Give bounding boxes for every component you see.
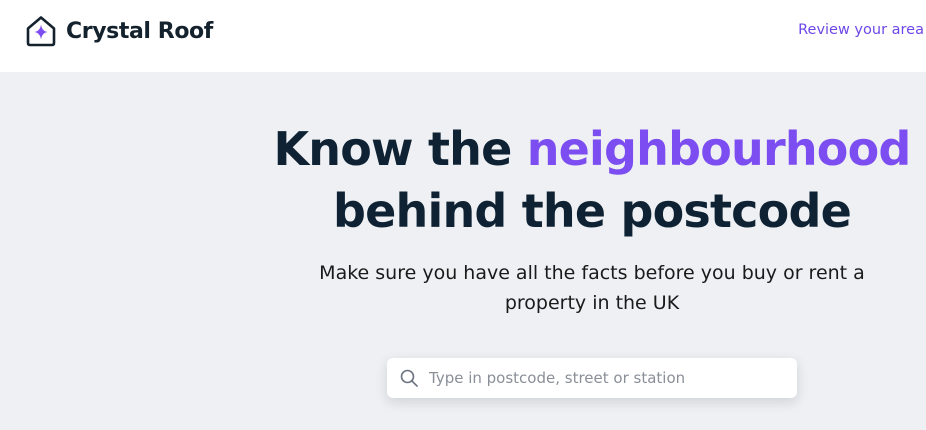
house-star-icon (26, 16, 56, 47)
headline-accent: neighbourhood (526, 122, 912, 176)
site-header: Crystal Roof Review your area (0, 0, 926, 72)
review-your-area-link[interactable]: Review your area (798, 22, 924, 38)
search-input[interactable] (427, 368, 791, 388)
hero-section: Know the neighbourhood behind the postcod… (0, 72, 926, 430)
brand-name: Crystal Roof (66, 18, 213, 44)
hero-headline: Know the neighbourhood behind the postcod… (258, 118, 926, 242)
search-bar[interactable] (387, 358, 797, 398)
headline-part2: behind the postcode (333, 184, 852, 238)
search-icon (400, 369, 418, 387)
hero-subtitle: Make sure you have all the facts before … (319, 262, 865, 314)
brand-logo[interactable]: Crystal Roof (24, 14, 213, 48)
headline-part1: Know the (273, 122, 527, 176)
